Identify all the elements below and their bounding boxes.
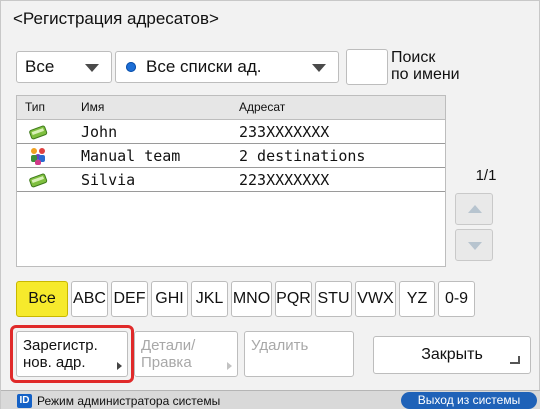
status-bar: ID Режим администратора системы Выход из… [1, 390, 540, 409]
group-icon [31, 148, 45, 165]
list-item[interactable]: John 233XXXXXXX [17, 120, 445, 144]
details-label-line2: Правка [141, 354, 192, 371]
row-destination: 2 destinations [239, 147, 366, 165]
tab-stu[interactable]: STU [315, 281, 352, 317]
delete-label: Удалить [251, 337, 309, 354]
tab-mno[interactable]: MNO [231, 281, 272, 317]
chevron-down-icon [85, 64, 99, 72]
dialog-frame: <Регистрация адресатов> Все Все списки а… [0, 0, 540, 409]
status-mode-text: Режим администратора системы [37, 394, 221, 408]
list-item[interactable]: Manual team 2 destinations [17, 144, 445, 168]
address-list-select[interactable]: Все списки ад. [115, 51, 339, 83]
tab-ghi[interactable]: GHI [151, 281, 188, 317]
details-label-line1: Детали/ [141, 337, 196, 354]
tab-all[interactable]: Все [16, 281, 68, 317]
tab-def[interactable]: DEF [111, 281, 148, 317]
search-by-name-label: Поиск по имени [391, 49, 460, 83]
details-edit-button[interactable]: Детали/ Правка [134, 331, 238, 377]
arrow-up-icon [468, 205, 482, 213]
column-name: Имя [81, 100, 105, 114]
tab-yz[interactable]: YZ [399, 281, 435, 317]
tab-pqr[interactable]: PQR [275, 281, 312, 317]
highlight-frame [10, 325, 134, 383]
tab-vwx[interactable]: VWX [355, 281, 396, 317]
delete-button[interactable]: Удалить [244, 331, 354, 377]
page-title: <Регистрация адресатов> [13, 9, 219, 28]
search-by-name-line1: Поиск [391, 49, 436, 66]
close-label: Закрыть [421, 346, 483, 363]
return-icon [510, 356, 520, 364]
index-tabs: Все ABC DEF GHI JKL MNO PQR STU VWX YZ 0… [16, 281, 475, 317]
id-badge-icon: ID [17, 394, 32, 408]
type-filter-select[interactable]: Все [16, 51, 112, 83]
column-type: Тип [25, 100, 46, 114]
tab-jkl[interactable]: JKL [191, 281, 228, 317]
row-destination: 223XXXXXXX [239, 171, 330, 189]
page-up-button[interactable] [455, 193, 493, 225]
address-book-entry-icon [29, 125, 48, 140]
address-list-value: Все списки ад. [146, 57, 262, 76]
search-by-name-button[interactable] [346, 49, 388, 85]
tab-0-9[interactable]: 0-9 [438, 281, 475, 317]
submenu-arrow-icon [227, 362, 232, 370]
chevron-down-icon [312, 64, 326, 72]
row-name: Manual team [81, 147, 181, 165]
list-dot-icon [126, 62, 136, 72]
close-button[interactable]: Закрыть [373, 336, 531, 374]
row-name: John [81, 123, 118, 141]
list-item[interactable]: Silvia 223XXXXXXX [17, 168, 445, 192]
type-filter-value: Все [25, 57, 55, 76]
row-name: Silvia [81, 171, 136, 189]
page-indicator: 1/1 [475, 167, 497, 184]
address-list: Тип Имя Адресат John 233XXXXXXX Manual t… [16, 95, 446, 267]
search-by-name-line2: по имени [391, 66, 460, 83]
logout-button[interactable]: Выход из системы [401, 392, 537, 409]
column-destination: Адресат [239, 100, 286, 114]
row-destination: 233XXXXXXX [239, 123, 330, 141]
tab-abc[interactable]: ABC [71, 281, 108, 317]
page-down-button[interactable] [455, 229, 493, 261]
address-book-entry-icon [29, 173, 48, 188]
arrow-down-icon [468, 242, 482, 250]
list-header: Тип Имя Адресат [17, 96, 445, 120]
